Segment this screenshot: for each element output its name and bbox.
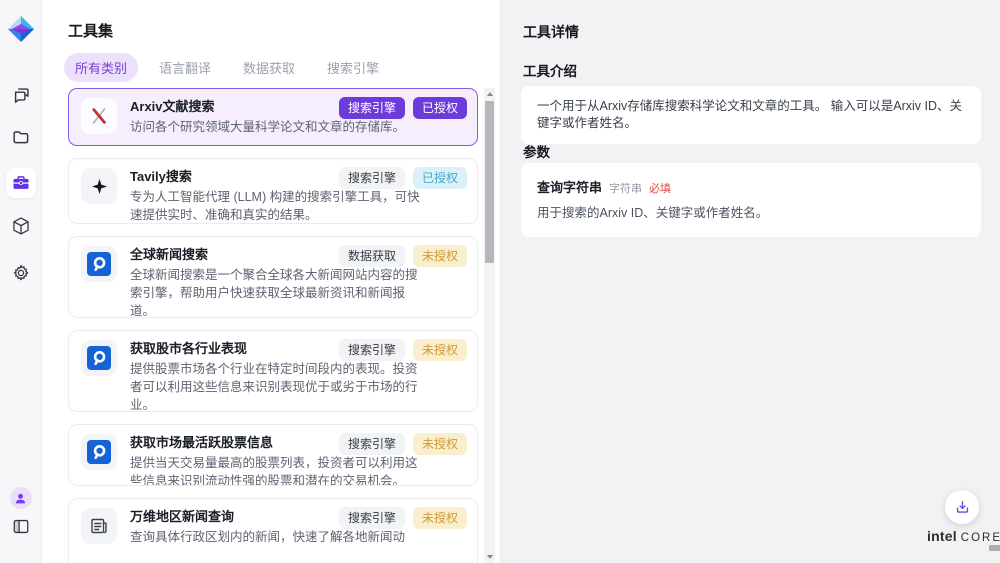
- intel-core-badge: [989, 545, 1000, 551]
- tool-card-desc: 提供股票市场各个行业在特定时间段内的表现。投资者可以利用这些信息来识别表现优于或…: [130, 360, 422, 412]
- params-heading: 参数: [523, 141, 550, 161]
- download-button[interactable]: [945, 490, 979, 524]
- tool-card-most-active-stocks[interactable]: 获取市场最活跃股票信息 提供当天交易量最高的股票列表，投资者可以利用这些信息来识…: [68, 424, 478, 486]
- tab-search-engine[interactable]: 搜索引擎: [316, 53, 390, 82]
- param-required-flag: 必填: [649, 180, 671, 196]
- auth-status-badge: 未授权: [413, 339, 467, 361]
- category-badge: 搜索引擎: [339, 97, 405, 119]
- arxiv-icon: [81, 98, 117, 134]
- settings-gear-icon[interactable]: [11, 263, 31, 283]
- auth-status-badge: 未授权: [413, 245, 467, 267]
- chat-icon[interactable]: [11, 86, 30, 105]
- auth-status-badge: 已授权: [413, 97, 467, 119]
- tool-card-desc: 提供当天交易量最高的股票列表，投资者可以利用这些信息来识别流动性强的股票和潜在的…: [130, 454, 422, 486]
- tool-card-desc: 专为人工智能代理 (LLM) 构建的搜索引擎工具，可快速提供实时、准确和真实的结…: [130, 188, 422, 224]
- tool-card-regional-news[interactable]: 万维地区新闻查询 查询具体行政区划内的新闻，快速了解各地新闻动 搜索引擎 未授权: [68, 498, 478, 563]
- tool-card-desc: 查询具体行政区划内的新闻，快速了解各地新闻动: [130, 528, 422, 546]
- cube-icon[interactable]: [11, 216, 31, 236]
- newspaper-icon: [81, 508, 117, 544]
- category-badge: 搜索引擎: [339, 167, 405, 189]
- tool-detail-panel: 工具详情 工具介绍 一个用于从Arxiv存储库搜索科学论文和文章的工具。 输入可…: [500, 0, 1000, 563]
- tool-intro-text: 一个用于从Arxiv存储库搜索科学论文和文章的工具。 输入可以是Arxiv ID…: [521, 86, 981, 144]
- tab-data-fetch[interactable]: 数据获取: [232, 53, 306, 82]
- news-search-icon: [81, 340, 117, 376]
- tool-card-tavily[interactable]: Tavily搜索 专为人工智能代理 (LLM) 构建的搜索引擎工具，可快速提供实…: [68, 158, 478, 224]
- tool-card-desc: 全球新闻搜索是一个聚合全球各大新闻网站内容的搜索引擎，帮助用户快速获取全球最新资…: [130, 266, 422, 318]
- category-tabs: 所有类别 语言翻译 数据获取 搜索引擎: [64, 53, 390, 82]
- tab-all-categories[interactable]: 所有类别: [64, 53, 138, 82]
- intel-core-logo: intel core: [927, 528, 1000, 544]
- param-desc: 用于搜索的Arxiv ID、关键字或作者姓名。: [537, 205, 965, 222]
- sidebar: [0, 0, 42, 563]
- auth-status-badge: 已授权: [413, 167, 467, 189]
- tool-list-panel: 工具集 所有类别 语言翻译 数据获取 搜索引擎 Arxiv文献搜索 访问各个研究…: [42, 0, 500, 563]
- tool-card-arxiv[interactable]: Arxiv文献搜索 访问各个研究领域大量科学论文和文章的存储库。 搜索引擎 已授…: [68, 88, 478, 146]
- panel-toggle-icon[interactable]: [11, 517, 30, 536]
- news-search-icon: [81, 246, 117, 282]
- app-window: 工具集 所有类别 语言翻译 数据获取 搜索引擎 Arxiv文献搜索 访问各个研究…: [0, 0, 1000, 563]
- list-scrollbar[interactable]: [484, 88, 495, 563]
- page-title: 工具集: [68, 20, 113, 41]
- category-badge: 数据获取: [339, 245, 405, 267]
- core-logo-text: core: [961, 532, 1000, 544]
- intel-logo-text: intel: [927, 528, 957, 544]
- category-badge: 搜索引擎: [339, 507, 405, 529]
- auth-status-badge: 未授权: [413, 507, 467, 529]
- tool-card-sector-performance[interactable]: 获取股市各行业表现 提供股票市场各个行业在特定时间段内的表现。投资者可以利用这些…: [68, 330, 478, 412]
- sidebar-item-tools-active[interactable]: [6, 168, 36, 198]
- tool-card-list: Arxiv文献搜索 访问各个研究领域大量科学论文和文章的存储库。 搜索引擎 已授…: [68, 88, 478, 563]
- tab-language-translation[interactable]: 语言翻译: [148, 53, 222, 82]
- scrollbar-up-arrow-icon[interactable]: [484, 88, 495, 100]
- news-search-icon: [81, 434, 117, 470]
- intro-heading: 工具介绍: [523, 60, 577, 80]
- param-name: 查询字符串: [537, 177, 602, 196]
- category-badge: 搜索引擎: [339, 433, 405, 455]
- download-icon: [954, 499, 971, 516]
- scrollbar-thumb[interactable]: [485, 101, 494, 263]
- param-item: 查询字符串 字符串 必填 用于搜索的Arxiv ID、关键字或作者姓名。: [521, 163, 981, 237]
- folder-icon[interactable]: [11, 128, 30, 147]
- auth-status-badge: 未授权: [413, 433, 467, 455]
- detail-title: 工具详情: [523, 22, 579, 42]
- tool-card-desc: 访问各个研究领域大量科学论文和文章的存储库。: [130, 118, 422, 136]
- tool-card-global-news[interactable]: 全球新闻搜索 全球新闻搜索是一个聚合全球各大新闻网站内容的搜索引擎，帮助用户快速…: [68, 236, 478, 318]
- app-logo-icon[interactable]: [6, 14, 36, 44]
- user-avatar-icon[interactable]: [10, 487, 32, 509]
- scrollbar-down-arrow-icon[interactable]: [484, 551, 495, 563]
- sparkle-icon: [81, 168, 117, 204]
- category-badge: 搜索引擎: [339, 339, 405, 361]
- param-type: 字符串: [609, 180, 642, 196]
